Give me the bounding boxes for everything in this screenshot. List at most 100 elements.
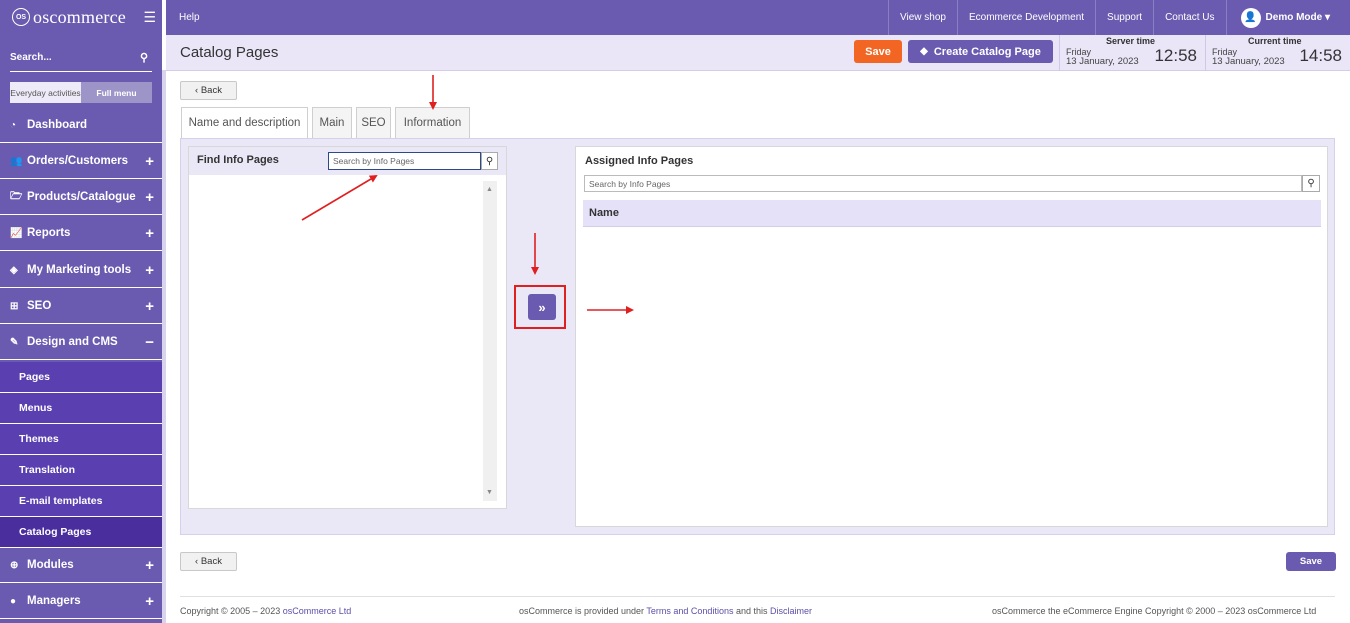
- user-icon: ●: [10, 595, 17, 607]
- expand-icon[interactable]: +: [145, 225, 154, 242]
- footer-and-text: and this: [733, 606, 770, 616]
- sidebar-item-seo[interactable]: ⊞ SEO +: [0, 289, 162, 324]
- sidebar-item-label: SEO: [27, 300, 52, 312]
- sidebar-search-label: Search...: [10, 52, 52, 63]
- user-menu-label: Demo Mode ▾: [1265, 12, 1330, 23]
- sidebar-item-label: Reports: [27, 227, 71, 239]
- sidebar-item-modules[interactable]: ⊕ Modules +: [0, 548, 162, 583]
- logo[interactable]: OS oscommerce ☰: [0, 0, 162, 34]
- assign-button[interactable]: »: [528, 294, 556, 320]
- sidebar-subitem-themes[interactable]: Themes: [0, 424, 162, 455]
- sidebar-item-design-cms[interactable]: ✎ Design and CMS −: [0, 325, 162, 360]
- sidebar-item-label: Orders/Customers: [27, 155, 128, 167]
- sidebar-subitem-menus[interactable]: Menus: [0, 393, 162, 424]
- search-icon[interactable]: ⚲: [140, 51, 148, 64]
- back-button-top[interactable]: ‹ Back: [180, 81, 237, 100]
- expand-icon[interactable]: +: [145, 189, 154, 206]
- sidebar-search[interactable]: Search... ⚲: [10, 44, 152, 72]
- assigned-info-pages-search-input[interactable]: [584, 175, 1302, 192]
- scroll-up-icon[interactable]: ▲: [486, 186, 493, 193]
- user-avatar-icon: 👤: [1240, 7, 1261, 28]
- sidebar-subitem-translation[interactable]: Translation: [0, 455, 162, 486]
- tab-information[interactable]: Information: [395, 107, 470, 138]
- collapse-icon[interactable]: −: [145, 334, 154, 351]
- assign-button-highlight: »: [514, 285, 566, 329]
- logo-text: oscommerce: [33, 6, 126, 27]
- sidebar-subitem-catalog-pages[interactable]: Catalog Pages: [0, 517, 162, 548]
- find-info-pages-search-input[interactable]: [328, 152, 481, 170]
- page-title: Catalog Pages: [180, 44, 279, 61]
- find-info-pages-title: Find Info Pages: [197, 154, 279, 166]
- menu-toggle-icon[interactable]: ☰: [143, 9, 156, 26]
- current-time-label: Current time: [1248, 36, 1302, 46]
- support-link[interactable]: Support: [1095, 0, 1153, 35]
- everyday-activities-button[interactable]: Everyday activities: [10, 82, 81, 103]
- dashboard-icon: ◔: [10, 119, 17, 131]
- footer-copyright: Copyright © 2005 – 2023 osCommerce Ltd: [180, 606, 351, 616]
- page-header: Catalog Pages Save ◆ Create Catalog Page…: [166, 35, 1350, 71]
- expand-icon[interactable]: +: [145, 262, 154, 279]
- find-search-icon[interactable]: ⚲: [481, 152, 498, 170]
- sidebar-subitem-email-templates[interactable]: E-mail templates: [0, 486, 162, 517]
- expand-icon[interactable]: +: [145, 153, 154, 170]
- assigned-info-pages-box: Assigned Info Pages ⚲ Name: [575, 146, 1328, 527]
- folder-icon: 🗁: [10, 190, 23, 202]
- footer-divider: [180, 596, 1335, 597]
- brush-icon: ✎: [10, 336, 19, 348]
- assigned-search-icon[interactable]: ⚲: [1302, 175, 1320, 192]
- create-catalog-page-button[interactable]: ◆ Create Catalog Page: [908, 40, 1053, 63]
- sidebar-subitem-pages[interactable]: Pages: [0, 362, 162, 393]
- sidebar-item-label: Managers: [27, 595, 81, 607]
- sidebar-item-label: Modules: [27, 559, 74, 571]
- help-link[interactable]: Help: [166, 12, 200, 23]
- oscommerce-ltd-link[interactable]: osCommerce Ltd: [283, 606, 352, 616]
- sidebar-item-managers[interactable]: ● Managers +: [0, 584, 162, 619]
- sidebar-item-products-catalogue[interactable]: 🗁 Products/Catalogue +: [0, 180, 162, 215]
- sidebar-item-label: Products/Catalogue: [27, 191, 136, 203]
- sitemap-icon: ⊞: [10, 300, 19, 312]
- scroll-down-icon[interactable]: ▼: [486, 489, 493, 496]
- top-bar: Help View shop Ecommerce Development Sup…: [166, 0, 1350, 35]
- expand-icon[interactable]: +: [145, 593, 154, 610]
- menu-mode-toggle: Everyday activities Full menu: [10, 82, 152, 103]
- sidebar-item-label: Design and CMS: [27, 336, 118, 348]
- disclaimer-link[interactable]: Disclaimer: [770, 606, 812, 616]
- current-time-value: 14:58: [1299, 46, 1342, 65]
- tag-icon: ◈: [10, 264, 18, 276]
- chart-icon: 📈: [10, 227, 23, 239]
- save-button[interactable]: Save: [854, 40, 902, 63]
- full-menu-button[interactable]: Full menu: [81, 82, 152, 103]
- server-time-label: Server time: [1106, 36, 1156, 46]
- save-button-bottom[interactable]: Save: [1286, 552, 1336, 571]
- tab-main[interactable]: Main: [312, 107, 352, 138]
- footer-terms: osCommerce is provided under Terms and C…: [519, 606, 812, 616]
- sidebar-item-orders-customers[interactable]: 👥 Orders/Customers +: [0, 144, 162, 179]
- current-time-date: 13 January, 2023: [1212, 56, 1285, 67]
- tab-name-and-description[interactable]: Name and description: [181, 107, 308, 138]
- expand-icon[interactable]: +: [145, 557, 154, 574]
- view-shop-link[interactable]: View shop: [888, 0, 957, 35]
- server-time-date: 13 January, 2023: [1066, 56, 1139, 67]
- back-button-bottom[interactable]: ‹ Back: [180, 552, 237, 571]
- sidebar-scrollbar[interactable]: [162, 70, 166, 623]
- sidebar-item-reports[interactable]: 📈 Reports +: [0, 216, 162, 251]
- assigned-table-header[interactable]: Name: [583, 200, 1321, 227]
- tag-icon: ◆: [920, 46, 928, 57]
- ecommerce-development-link[interactable]: Ecommerce Development: [956, 0, 1095, 35]
- server-time: Server time Friday 13 January, 2023 12:5…: [1059, 35, 1205, 71]
- terms-and-conditions-link[interactable]: Terms and Conditions: [646, 606, 733, 616]
- puzzle-icon: ⊕: [10, 559, 19, 571]
- sidebar-item-marketing-tools[interactable]: ◈ My Marketing tools +: [0, 253, 162, 288]
- find-list-scrollbar[interactable]: ▲ ▼: [483, 181, 497, 501]
- expand-icon[interactable]: +: [145, 298, 154, 315]
- sidebar: OS oscommerce ☰ Search... ⚲ Everyday act…: [0, 0, 162, 623]
- sidebar-item-dashboard[interactable]: ◔ Dashboard: [0, 108, 162, 143]
- assigned-info-pages-title: Assigned Info Pages: [585, 155, 694, 167]
- sidebar-item-label: My Marketing tools: [27, 264, 132, 276]
- tab-seo[interactable]: SEO: [356, 107, 391, 138]
- contact-us-link[interactable]: Contact Us: [1153, 0, 1225, 35]
- footer-copyright-text: Copyright © 2005 – 2023: [180, 606, 283, 616]
- create-catalog-page-label: Create Catalog Page: [933, 45, 1041, 58]
- user-menu[interactable]: 👤 Demo Mode ▾: [1225, 0, 1350, 35]
- footer-engine-copyright: osCommerce the eCommerce Engine Copyrigh…: [992, 606, 1317, 616]
